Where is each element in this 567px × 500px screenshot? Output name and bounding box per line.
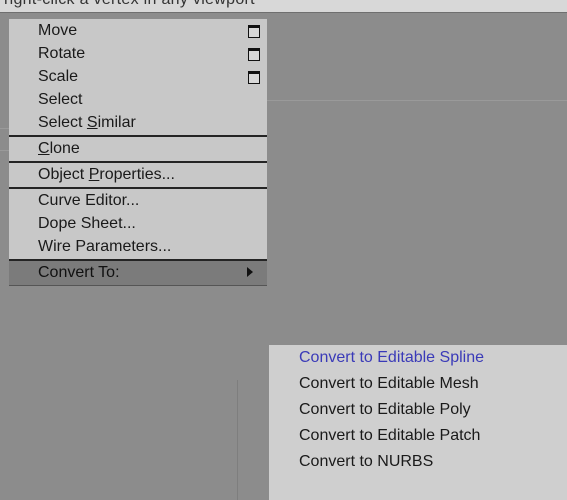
menu-item-label: roperties... bbox=[99, 166, 175, 183]
menu-item-select-similar[interactable]: Select Similar bbox=[9, 111, 267, 134]
menu-item-rotate[interactable]: Rotate bbox=[9, 42, 267, 65]
submenu-item-editable-mesh[interactable]: Convert to Editable Mesh bbox=[269, 371, 567, 397]
settings-box-icon[interactable] bbox=[248, 71, 260, 84]
menu-item-label: Curve Editor... bbox=[38, 192, 140, 209]
menu-item-mnemonic: C bbox=[38, 140, 50, 157]
menu-item-label: Select bbox=[38, 114, 87, 131]
submenu-arrow-icon bbox=[247, 267, 253, 277]
settings-box-icon[interactable] bbox=[248, 25, 260, 38]
convert-to-submenu: Convert to Editable Spline Convert to Ed… bbox=[269, 345, 567, 500]
menu-item-label: Select bbox=[38, 91, 83, 108]
menu-item-move[interactable]: Move bbox=[9, 19, 267, 42]
menu-item-label: Dope Sheet... bbox=[38, 215, 136, 232]
submenu-item-editable-spline[interactable]: Convert to Editable Spline bbox=[269, 345, 567, 371]
settings-box-icon[interactable] bbox=[248, 48, 260, 61]
menu-item-label: imilar bbox=[97, 114, 136, 131]
submenu-item-nurbs[interactable]: Convert to NURBS bbox=[269, 449, 567, 475]
menu-item-label: Wire Parameters... bbox=[38, 238, 172, 255]
menu-item-mnemonic: P bbox=[88, 166, 100, 183]
viewport-grid-line bbox=[0, 128, 9, 129]
menu-item-label: Scale bbox=[38, 68, 79, 85]
viewport-area[interactable]: right-click a vertex in any viewport Mov… bbox=[0, 0, 567, 500]
menu-item-label: lone bbox=[49, 140, 80, 157]
menu-item-scale[interactable]: Scale bbox=[9, 65, 267, 88]
menu-item-dope-sheet[interactable]: Dope Sheet... bbox=[9, 212, 267, 235]
menu-item-label: Move bbox=[38, 22, 78, 39]
top-instruction-text: right-click a vertex in any viewport bbox=[4, 0, 255, 9]
menu-item-curve-editor[interactable]: Curve Editor... bbox=[9, 189, 267, 212]
submenu-item-editable-patch[interactable]: Convert to Editable Patch bbox=[269, 423, 567, 449]
menu-item-select[interactable]: Select bbox=[9, 88, 267, 111]
quad-menu: Move Rotate Scale Select Select Similar … bbox=[9, 19, 267, 377]
quad-empty-region bbox=[9, 286, 267, 377]
menu-item-label: Rotate bbox=[38, 45, 86, 62]
menu-item-label: Convert To: bbox=[38, 264, 120, 281]
menu-item-object-properties[interactable]: Object Properties... bbox=[9, 163, 267, 186]
submenu-item-editable-poly[interactable]: Convert to Editable Poly bbox=[269, 397, 567, 423]
menu-item-convert-to[interactable]: Convert To: bbox=[9, 261, 267, 285]
menu-item-clone[interactable]: Clone bbox=[9, 137, 267, 160]
menu-item-wire-parameters[interactable]: Wire Parameters... bbox=[9, 235, 267, 258]
viewport-grid-line bbox=[267, 100, 567, 101]
top-instruction-strip: right-click a vertex in any viewport bbox=[0, 0, 567, 13]
menu-item-mnemonic: S bbox=[86, 114, 98, 131]
viewport-grid-line bbox=[237, 380, 238, 500]
viewport-grid-line bbox=[0, 150, 9, 151]
menu-item-label: Object bbox=[38, 166, 89, 183]
